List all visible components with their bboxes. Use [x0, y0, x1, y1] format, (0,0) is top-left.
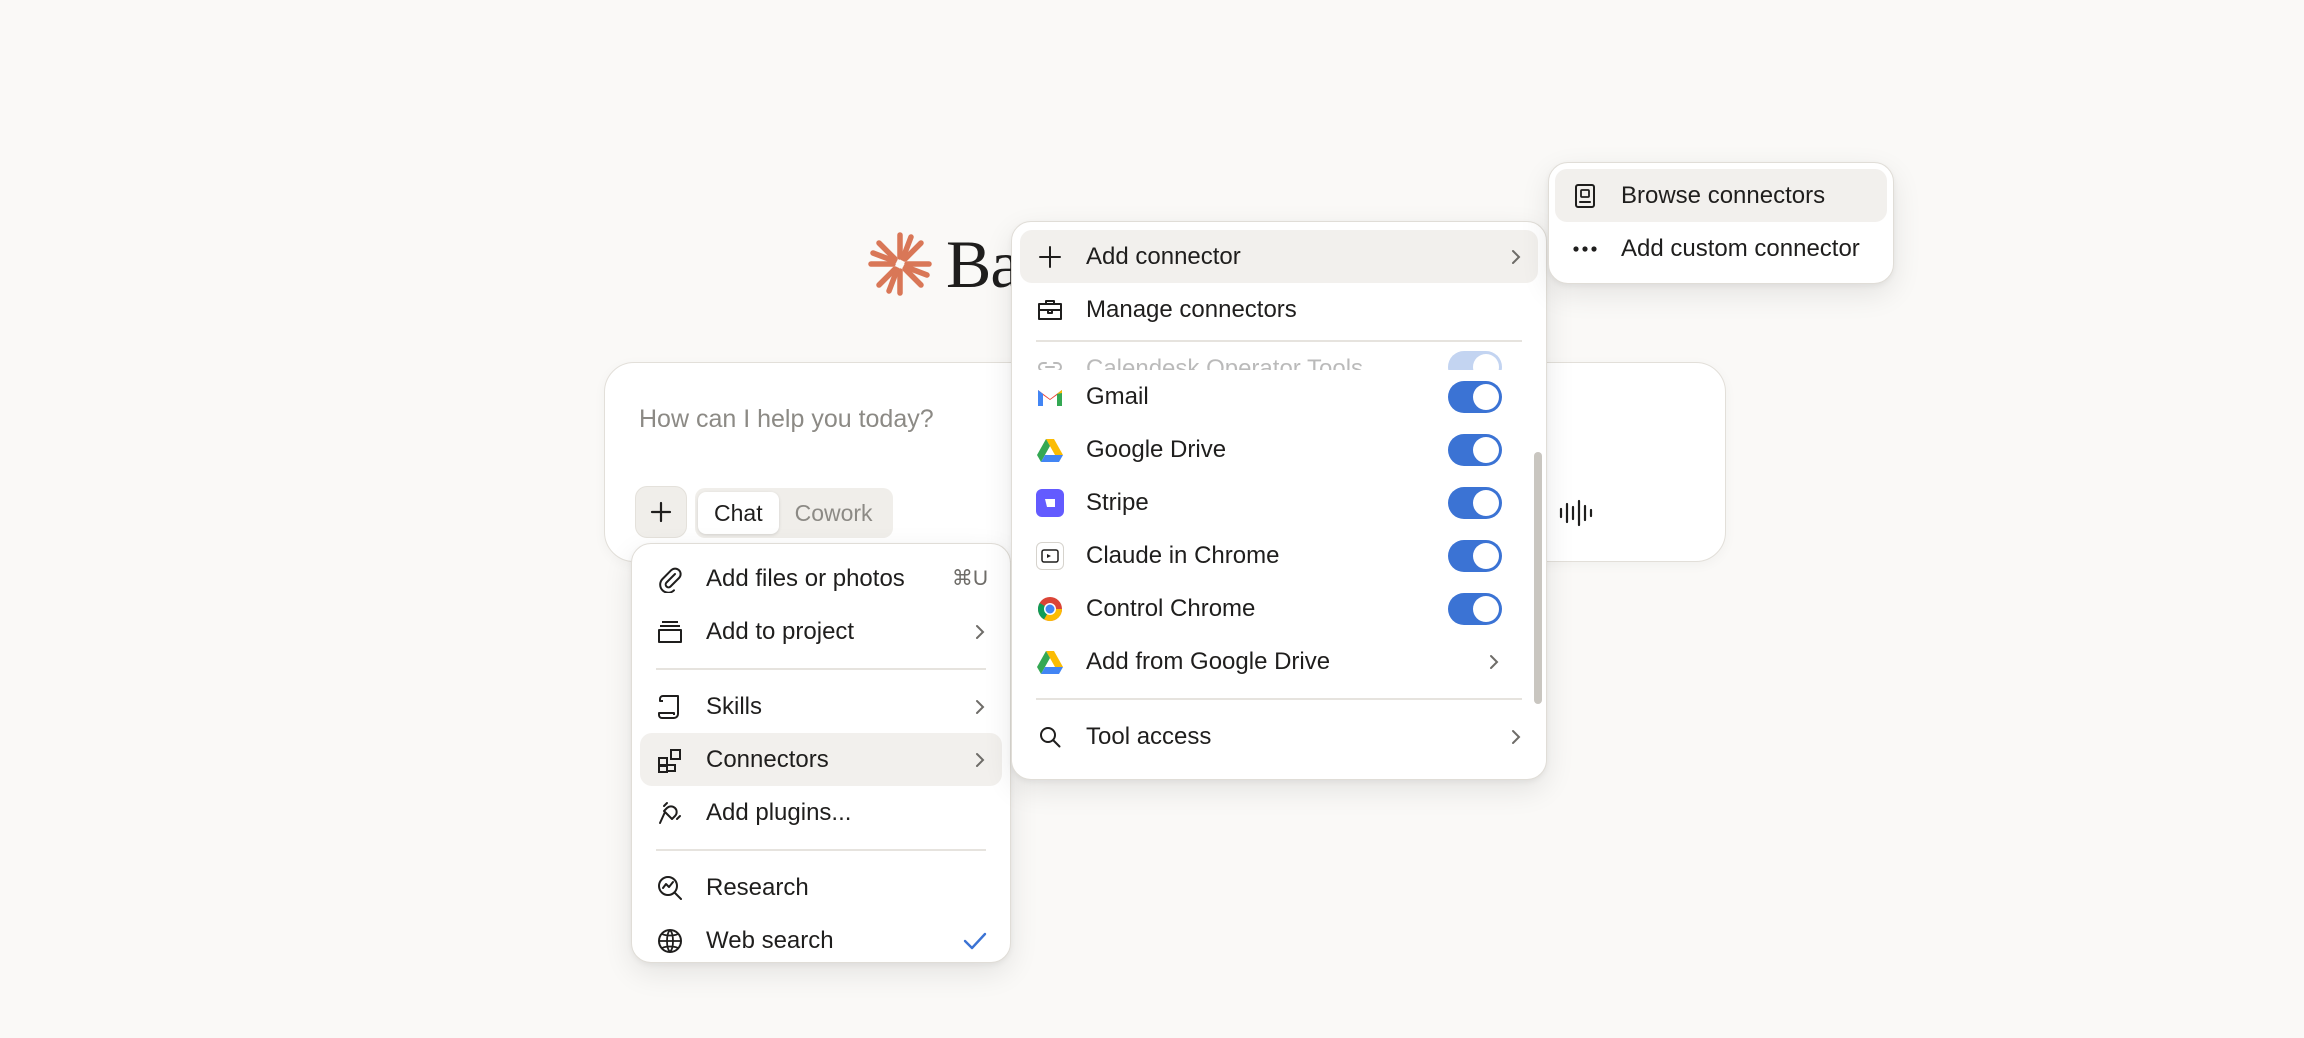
claude-logo-icon [868, 232, 932, 296]
more-horizontal-icon [1569, 233, 1601, 265]
menu-item-add-connector[interactable]: Add connector [1020, 230, 1538, 283]
globe-icon [654, 925, 686, 957]
mode-cowork[interactable]: Cowork [779, 492, 889, 534]
menu-item-label: Stripe [1086, 488, 1149, 516]
mode-chat[interactable]: Chat [698, 492, 779, 534]
menu-item-label: Add files or photos [706, 564, 905, 592]
google-drive-icon [1034, 434, 1066, 466]
greeting-text: Ba [946, 225, 1021, 302]
menu-divider [1036, 698, 1522, 700]
google-drive-toggle[interactable] [1448, 433, 1502, 466]
menu-item-label: Add to project [706, 617, 855, 645]
greeting: Ba [868, 224, 1021, 304]
chevron-right-icon [972, 750, 988, 770]
menu-item-add-from-google-drive[interactable]: Add from Google Drive [1020, 635, 1538, 688]
menu-item-label: Web search [706, 926, 834, 954]
browser-window-icon [1034, 540, 1066, 572]
control-chrome-toggle[interactable] [1448, 592, 1502, 625]
menu-item-label: Browse connectors [1621, 181, 1826, 209]
chevron-right-icon [972, 622, 988, 642]
menu-item-skills[interactable]: Skills [640, 680, 1002, 733]
menu-item-tool-access[interactable]: Tool access [1020, 710, 1538, 763]
chevron-right-icon [1508, 247, 1524, 267]
menu-item-label: Tool access [1086, 722, 1212, 750]
menu-item-label: Research [706, 873, 809, 901]
connector-item-claude-in-chrome[interactable]: Claude in Chrome [1020, 529, 1538, 582]
menu-item-label: Calendesk Operator Tools [1086, 355, 1364, 370]
menu-item-add-custom-connector[interactable]: Add custom connector [1555, 222, 1887, 275]
google-drive-icon [1034, 646, 1066, 678]
menu-item-label: Connectors [706, 745, 829, 773]
toolbox-icon [1034, 294, 1066, 326]
connectors-grid-icon [654, 744, 686, 776]
menu-item-browse-connectors[interactable]: Browse connectors [1555, 169, 1887, 222]
connector-toggle[interactable] [1448, 351, 1502, 370]
connector-item-gmail[interactable]: Gmail [1020, 370, 1538, 423]
stripe-icon [1034, 487, 1066, 519]
menu-item-label: Gmail [1086, 382, 1149, 410]
scroll-icon [654, 691, 686, 723]
gmail-icon [1034, 381, 1066, 413]
book-icon [1569, 180, 1601, 212]
menu-item-label: Add from Google Drive [1086, 647, 1331, 675]
research-icon [654, 872, 686, 904]
menu-item-label: Add connector [1086, 242, 1241, 270]
mode-toggle: Chat Cowork [695, 488, 893, 538]
menu-item-add-files[interactable]: Add files or photos ⌘U [640, 552, 1002, 605]
plug-icon [654, 797, 686, 829]
menu-item-label: Manage connectors [1086, 295, 1297, 323]
menu-item-research[interactable]: Research [640, 861, 1002, 914]
claude-in-chrome-toggle[interactable] [1448, 539, 1502, 572]
chevron-right-icon [1486, 652, 1502, 672]
search-icon [1034, 721, 1066, 753]
menu-item-label: Control Chrome [1086, 594, 1256, 622]
waveform-icon [1559, 499, 1593, 527]
menu-item-web-search[interactable]: Web search [640, 914, 1002, 967]
chrome-icon [1034, 593, 1066, 625]
menu-item-add-plugins[interactable]: Add plugins... [640, 786, 1002, 839]
menu-item-label: Add custom connector [1621, 234, 1860, 262]
connector-item-control-chrome[interactable]: Control Chrome [1020, 582, 1538, 635]
add-connector-menu: Browse connectors Add custom connector [1548, 162, 1894, 284]
paperclip-icon [654, 563, 686, 595]
check-icon [962, 931, 988, 951]
menu-item-label: Claude in Chrome [1086, 541, 1280, 569]
project-box-icon [654, 616, 686, 648]
add-button[interactable] [635, 486, 687, 538]
connector-item-calendesk[interactable]: Calendesk Operator Tools [1020, 344, 1538, 370]
menu-divider [656, 668, 986, 670]
shortcut-hint: ⌘U [951, 567, 988, 590]
menu-item-label: Google Drive [1086, 435, 1227, 463]
menu-item-add-to-project[interactable]: Add to project [640, 605, 1002, 658]
chevron-right-icon [1508, 727, 1524, 747]
link-icon [1034, 351, 1066, 370]
add-menu: Add files or photos ⌘U Add to project Sk… [631, 543, 1011, 963]
voice-mode-button[interactable] [1553, 489, 1601, 537]
connector-item-stripe[interactable]: Stripe [1020, 476, 1538, 529]
menu-divider [656, 849, 986, 851]
stripe-toggle[interactable] [1448, 486, 1502, 519]
plus-icon [1034, 241, 1066, 273]
menu-divider [1036, 340, 1522, 342]
gmail-toggle[interactable] [1448, 380, 1502, 413]
connector-item-google-drive[interactable]: Google Drive [1020, 423, 1538, 476]
connectors-menu: Add connector Manage connectors Calendes… [1011, 221, 1547, 780]
plus-icon [650, 501, 672, 523]
menu-item-label: Skills [706, 692, 763, 720]
menu-item-connectors[interactable]: Connectors [640, 733, 1002, 786]
menu-item-manage-connectors[interactable]: Manage connectors [1020, 283, 1538, 336]
chevron-right-icon [972, 697, 988, 717]
connectors-scrollbar[interactable] [1534, 452, 1542, 704]
menu-item-label: Add plugins... [706, 798, 852, 826]
